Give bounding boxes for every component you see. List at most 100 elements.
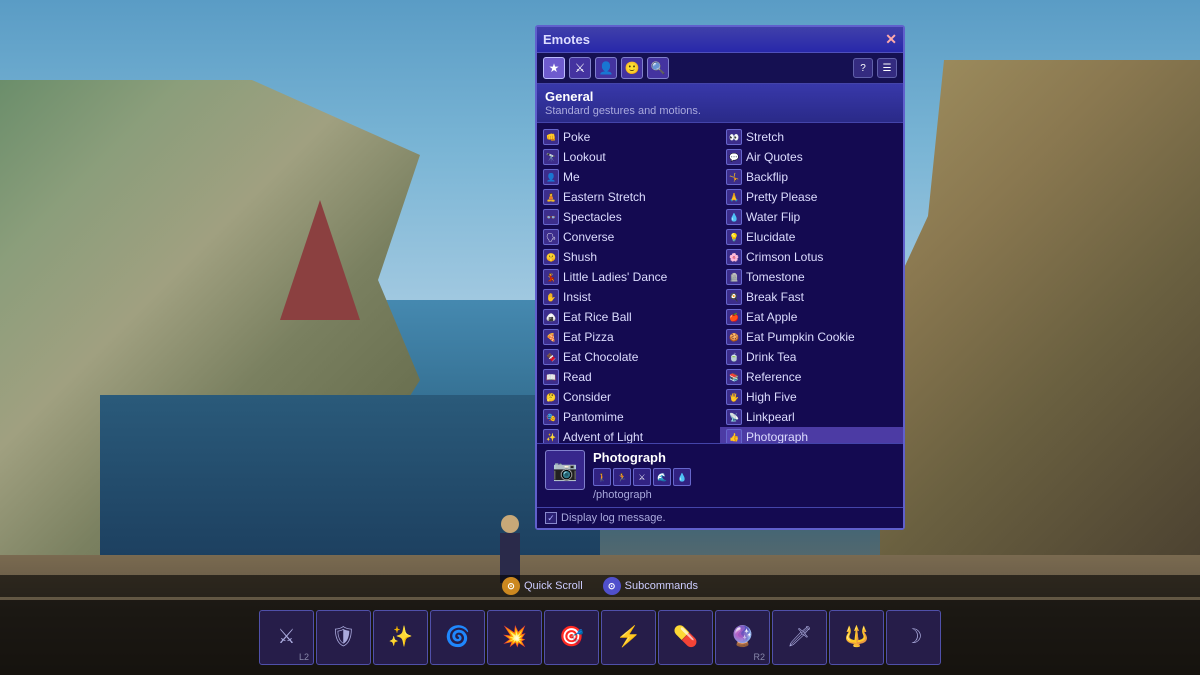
hotbar-slot-1[interactable]: ⚔ L2 bbox=[259, 610, 314, 665]
slot-label: R2 bbox=[753, 652, 765, 662]
quick-scroll-item: ⊙ Quick Scroll bbox=[502, 577, 583, 595]
list-item[interactable]: 🤫 Shush bbox=[537, 247, 720, 267]
emote-label: High Five bbox=[746, 390, 797, 404]
tab-combat[interactable]: ⚔ bbox=[569, 57, 591, 79]
hotbar-slot-5[interactable]: 💥 bbox=[487, 610, 542, 665]
emote-icon: 🍙 bbox=[543, 309, 559, 325]
hotbar-slot-11[interactable]: 🔱 bbox=[829, 610, 884, 665]
sub-icon-5: 💧 bbox=[673, 468, 691, 486]
list-item[interactable]: 👊 Poke bbox=[537, 127, 720, 147]
list-item[interactable]: 🍳 Break Fast bbox=[720, 287, 903, 307]
emote-icon: 🙏 bbox=[726, 189, 742, 205]
hotbar-slot-8[interactable]: 💊 bbox=[658, 610, 713, 665]
emote-label: Tomestone bbox=[746, 270, 805, 284]
list-item[interactable]: 🍎 Eat Apple bbox=[720, 307, 903, 327]
sub-icon-1: 🚶 bbox=[593, 468, 611, 486]
emote-label: Eat Pumpkin Cookie bbox=[746, 330, 855, 344]
list-item[interactable]: 👤 Me bbox=[537, 167, 720, 187]
list-item[interactable]: 🍫 Eat Chocolate bbox=[537, 347, 720, 367]
hotbar-slot-4[interactable]: 🌀 bbox=[430, 610, 485, 665]
menu-button[interactable]: ☰ bbox=[877, 58, 897, 78]
hotbar-slot-12[interactable]: ☽ bbox=[886, 610, 941, 665]
tab-search[interactable]: 🔍 bbox=[647, 57, 669, 79]
list-item[interactable]: 🍕 Eat Pizza bbox=[537, 327, 720, 347]
list-item[interactable]: 🖐 High Five bbox=[720, 387, 903, 407]
photograph-emote-icon: 👍 bbox=[726, 429, 742, 443]
list-item-photograph[interactable]: 👍 Photograph bbox=[720, 427, 903, 443]
slot-icon: 🌀 bbox=[445, 624, 470, 649]
selected-emote-icon: 📷 bbox=[545, 450, 585, 490]
slot-icon: 🗡 bbox=[787, 624, 812, 649]
list-item[interactable]: 🍙 Eat Rice Ball bbox=[537, 307, 720, 327]
tab-favorites[interactable]: ★ bbox=[543, 57, 565, 79]
emote-label: Little Ladies' Dance bbox=[563, 270, 667, 284]
list-item[interactable]: ✨ Advent of Light bbox=[537, 427, 720, 443]
emote-label: Eat Pizza bbox=[563, 330, 614, 344]
emote-icon: 👤 bbox=[543, 169, 559, 185]
emote-icon: 👊 bbox=[543, 129, 559, 145]
hotbar: ⚔ L2 🛡 ✨ 🌀 💥 🎯 ⚡ 💊 🔮 R2 🗡 🔱 ☽ bbox=[0, 600, 1200, 675]
quick-scroll-button[interactable]: ⊙ bbox=[502, 577, 520, 595]
list-item[interactable]: 📚 Reference bbox=[720, 367, 903, 387]
display-log-label: Display log message. bbox=[561, 512, 666, 524]
subcommands-button[interactable]: ⊙ bbox=[603, 577, 621, 595]
list-item[interactable]: 💃 Little Ladies' Dance bbox=[537, 267, 720, 287]
slot-icon: 🎯 bbox=[559, 624, 584, 649]
slot-icon: 🔱 bbox=[844, 624, 869, 649]
list-item[interactable]: 🙏 Pretty Please bbox=[720, 187, 903, 207]
list-item[interactable]: 🧘 Eastern Stretch bbox=[537, 187, 720, 207]
tab-bar: ★ ⚔ 👤 🙂 🔍 ? ☰ bbox=[537, 53, 903, 84]
close-button[interactable]: ✕ bbox=[885, 31, 897, 48]
help-button[interactable]: ? bbox=[853, 58, 873, 78]
emote-label: Drink Tea bbox=[746, 350, 796, 364]
emotes-panel: Emotes ✕ ★ ⚔ 👤 🙂 🔍 ? ☰ General Standard … bbox=[535, 25, 905, 530]
emote-label: Eat Apple bbox=[746, 310, 797, 324]
title-bar: Emotes ✕ bbox=[537, 27, 903, 53]
list-item[interactable]: 🤔 Consider bbox=[537, 387, 720, 407]
list-item[interactable]: 💬 Air Quotes bbox=[720, 147, 903, 167]
tab-emote[interactable]: 🙂 bbox=[621, 57, 643, 79]
emote-label: Eastern Stretch bbox=[563, 190, 646, 204]
list-item[interactable]: 🍪 Eat Pumpkin Cookie bbox=[720, 327, 903, 347]
list-item[interactable]: 💡 Elucidate bbox=[720, 227, 903, 247]
list-item[interactable]: 🌸 Crimson Lotus bbox=[720, 247, 903, 267]
selected-emote-name: Photograph bbox=[593, 450, 895, 465]
emote-command: /photograph bbox=[593, 489, 895, 501]
hotbar-slot-6[interactable]: 🎯 bbox=[544, 610, 599, 665]
emote-label: Me bbox=[563, 170, 580, 184]
emotes-list: 👊 Poke 👀 Stretch 🔭 Lookout 💬 Air Quotes … bbox=[537, 123, 903, 443]
list-item[interactable]: 🗣 Converse bbox=[537, 227, 720, 247]
display-log-checkbox[interactable] bbox=[545, 512, 557, 524]
detail-icon-row: 🚶 🏃 ⚔ 🌊 💧 bbox=[593, 468, 895, 486]
emote-label: Water Flip bbox=[746, 210, 800, 224]
list-item[interactable]: 🍵 Drink Tea bbox=[720, 347, 903, 367]
list-item[interactable]: 👓 Spectacles bbox=[537, 207, 720, 227]
list-item[interactable]: ✋ Insist bbox=[537, 287, 720, 307]
character-head bbox=[501, 515, 519, 533]
emote-label: Backflip bbox=[746, 170, 788, 184]
emote-icon: 🍵 bbox=[726, 349, 742, 365]
list-item[interactable]: 🤸 Backflip bbox=[720, 167, 903, 187]
emote-label: Poke bbox=[563, 130, 590, 144]
list-item[interactable]: 👀 Stretch bbox=[720, 127, 903, 147]
list-item[interactable]: 🎭 Pantomime bbox=[537, 407, 720, 427]
tab-general[interactable]: 👤 bbox=[595, 57, 617, 79]
emote-label: Reference bbox=[746, 370, 801, 384]
list-item[interactable]: 🪦 Tomestone bbox=[720, 267, 903, 287]
hotbar-slot-3[interactable]: ✨ bbox=[373, 610, 428, 665]
list-item[interactable]: 📡 Linkpearl bbox=[720, 407, 903, 427]
list-item[interactable]: 📖 Read bbox=[537, 367, 720, 387]
sub-icon-2: 🏃 bbox=[613, 468, 631, 486]
list-item[interactable]: 🔭 Lookout bbox=[537, 147, 720, 167]
hotbar-slot-10[interactable]: 🗡 bbox=[772, 610, 827, 665]
hotbar-slot-9[interactable]: 🔮 R2 bbox=[715, 610, 770, 665]
hotbar-slot-7[interactable]: ⚡ bbox=[601, 610, 656, 665]
emote-label: Converse bbox=[563, 230, 614, 244]
emote-label: Consider bbox=[563, 390, 611, 404]
list-item[interactable]: 💧 Water Flip bbox=[720, 207, 903, 227]
hotbar-slot-2[interactable]: 🛡 bbox=[316, 610, 371, 665]
emote-icon: ✨ bbox=[543, 429, 559, 443]
emote-label: Lookout bbox=[563, 150, 606, 164]
emote-icon: 💬 bbox=[726, 149, 742, 165]
emote-icon: 🗣 bbox=[543, 229, 559, 245]
